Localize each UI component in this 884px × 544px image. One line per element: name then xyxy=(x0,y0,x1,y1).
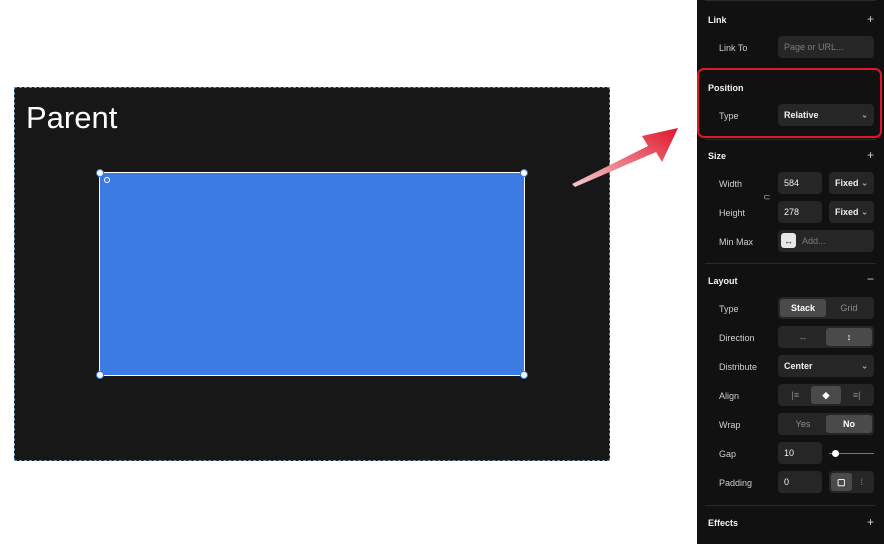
add-effect-plus-icon[interactable]: + xyxy=(867,515,874,529)
layout-type-label: Type xyxy=(719,304,739,314)
resize-handle-top-right[interactable] xyxy=(520,169,528,177)
selected-child-frame[interactable] xyxy=(96,169,528,379)
height-mode-value: Fixed xyxy=(835,207,859,217)
padding-uniform-icon[interactable]: ▢ xyxy=(831,473,852,491)
height-mode-select[interactable]: Fixed ⌄ xyxy=(829,201,874,223)
link-to-label: Link To xyxy=(719,43,748,53)
padding-label: Padding xyxy=(719,478,753,488)
padding-mode-segmented: ▢ ⁞ xyxy=(829,471,874,493)
padding-input[interactable]: 0 xyxy=(778,471,822,493)
divider xyxy=(705,0,876,1)
min-max-input[interactable]: ↔ Add... xyxy=(778,230,874,252)
parent-frame-label[interactable]: Parent xyxy=(26,100,117,136)
section-title-size: Size xyxy=(708,151,727,161)
divider xyxy=(705,263,876,264)
wrap-segmented: Yes No xyxy=(778,413,874,435)
align-label: Align xyxy=(719,391,740,401)
wrap-label: Wrap xyxy=(719,420,741,430)
wrap-no[interactable]: No xyxy=(826,415,872,433)
gap-input[interactable]: 10 xyxy=(778,442,822,464)
height-input[interactable]: 278 xyxy=(778,201,822,223)
align-right-icon[interactable]: ≡| xyxy=(841,386,872,404)
width-mode-value: Fixed xyxy=(835,178,859,188)
add-link-plus-icon[interactable]: + xyxy=(867,12,874,26)
position-highlight-box xyxy=(697,68,882,138)
annotation-arrow-icon xyxy=(572,128,678,187)
min-max-placeholder: Add... xyxy=(802,236,826,246)
resize-handle-bottom-right[interactable] xyxy=(520,371,528,379)
direction-vertical-icon[interactable]: ↕ xyxy=(826,328,872,346)
resize-handle-top-left[interactable] xyxy=(96,169,104,177)
width-label: Width xyxy=(719,179,743,189)
aspect-lock-icon[interactable]: ⊂ xyxy=(763,192,771,203)
link-to-input[interactable]: Page or URL... xyxy=(778,36,874,58)
chevron-down-icon: ⌄ xyxy=(861,207,868,217)
height-label: Height xyxy=(719,208,746,218)
align-left-icon[interactable]: |≡ xyxy=(780,386,811,404)
divider xyxy=(705,505,876,506)
width-mode-select[interactable]: Fixed ⌄ xyxy=(829,172,874,194)
chevron-down-icon: ⌄ xyxy=(861,361,868,371)
chevron-down-icon: ⌄ xyxy=(861,178,868,188)
padding-individual-icon[interactable]: ⁞ xyxy=(852,473,873,491)
gap-label: Gap xyxy=(719,449,737,459)
distribute-label: Distribute xyxy=(719,362,758,372)
direction-label: Direction xyxy=(719,333,755,343)
resize-handle-bottom-left[interactable] xyxy=(96,371,104,379)
layout-type-grid[interactable]: Grid xyxy=(826,299,872,317)
align-segmented: |≡ ◆ ≡| xyxy=(778,384,874,406)
min-max-arrows-icon: ↔ xyxy=(781,233,796,248)
collapse-layout-minus-icon[interactable]: − xyxy=(867,272,874,286)
section-title-link: Link xyxy=(708,15,727,25)
section-title-layout: Layout xyxy=(708,276,738,286)
distribute-select[interactable]: Center ⌄ xyxy=(778,355,874,377)
direction-segmented: ↔ ↕ xyxy=(778,326,874,348)
width-input[interactable]: 584 xyxy=(778,172,822,194)
layout-type-stack[interactable]: Stack xyxy=(780,299,826,317)
layout-type-segmented: Stack Grid xyxy=(778,297,874,319)
direction-horizontal-icon[interactable]: ↔ xyxy=(780,328,826,346)
distribute-value: Center xyxy=(784,361,813,371)
section-title-effects: Effects xyxy=(708,518,739,528)
add-size-plus-icon[interactable]: + xyxy=(867,148,874,162)
wrap-yes[interactable]: Yes xyxy=(780,415,826,433)
corner-radius-handle[interactable] xyxy=(104,177,110,183)
parent-frame[interactable]: Parent xyxy=(14,87,610,461)
divider xyxy=(705,139,876,140)
gap-slider-knob[interactable] xyxy=(832,450,839,457)
align-center-icon[interactable]: ◆ xyxy=(810,386,842,404)
min-max-label: Min Max xyxy=(719,237,754,247)
